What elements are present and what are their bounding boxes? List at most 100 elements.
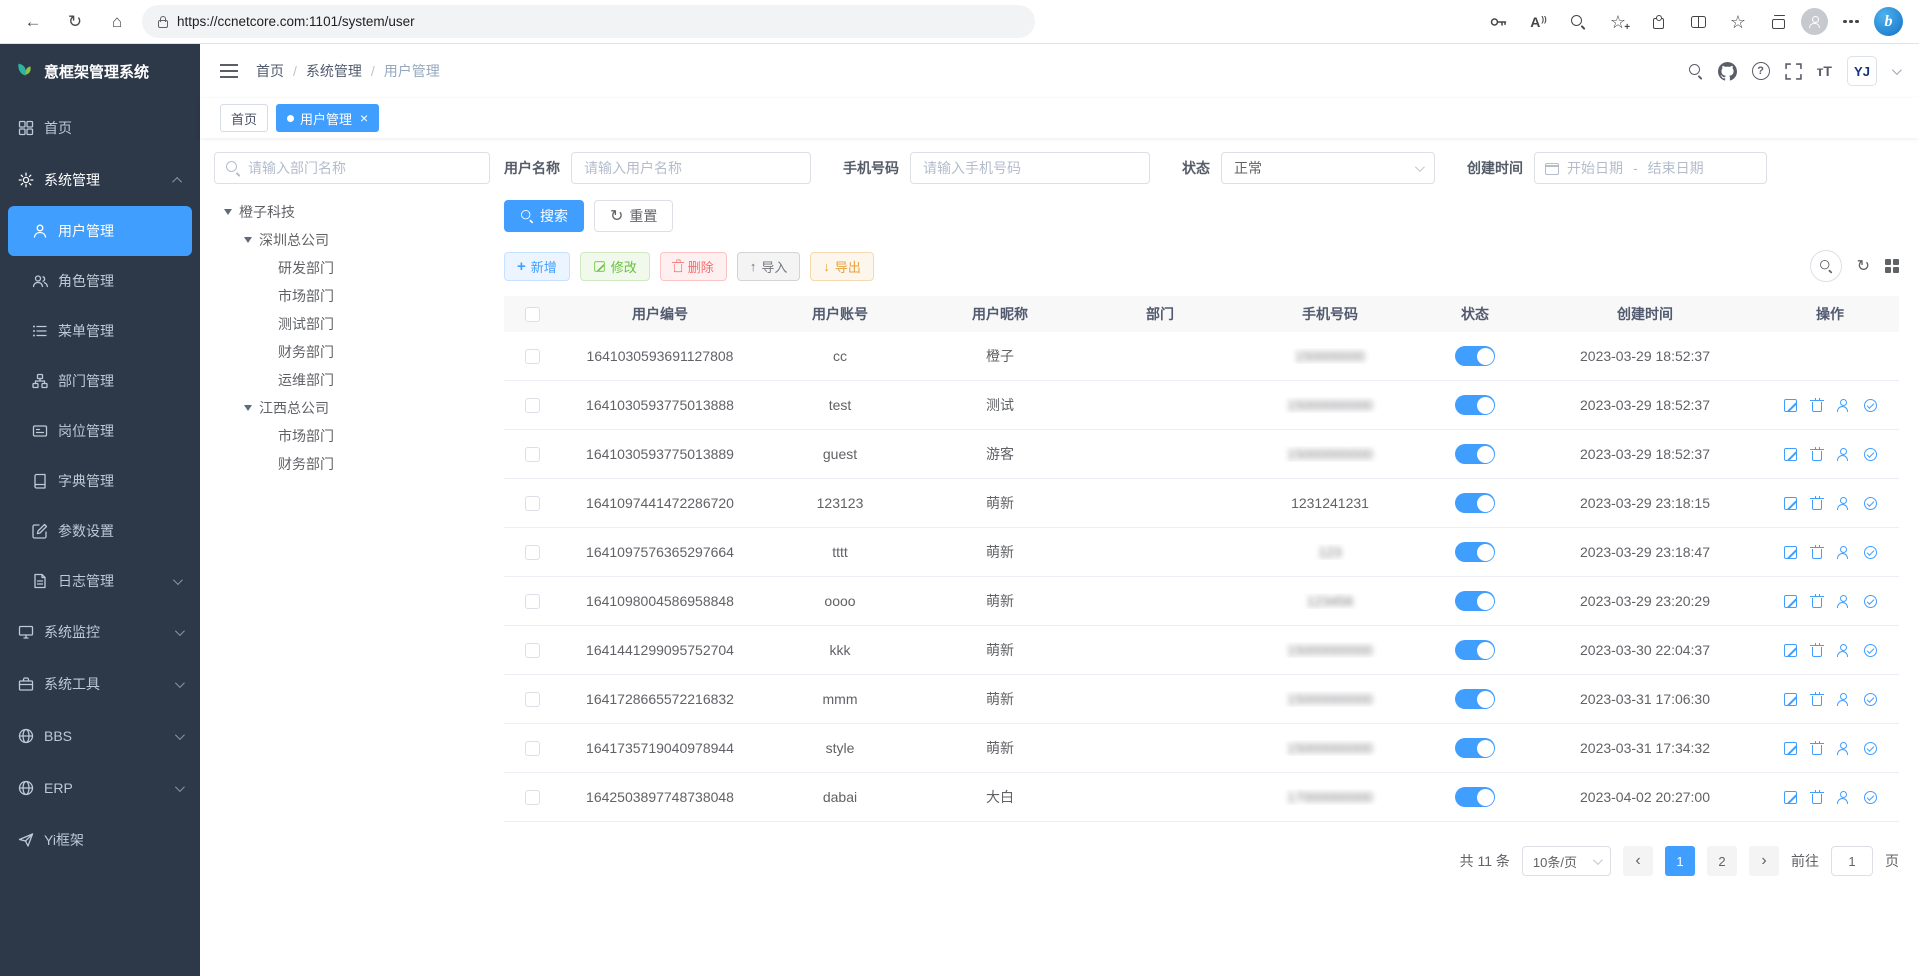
username-input[interactable] bbox=[571, 152, 811, 184]
sidebar-item-home[interactable]: 首页 bbox=[0, 102, 200, 154]
tree-node-branch[interactable]: 深圳总公司 bbox=[214, 226, 490, 254]
prev-page-button[interactable] bbox=[1623, 846, 1653, 876]
sidebar-item-menu-mgmt[interactable]: 菜单管理 bbox=[8, 306, 192, 356]
delete-icon[interactable] bbox=[1812, 598, 1822, 608]
assign-role-icon[interactable] bbox=[1864, 693, 1877, 706]
sidebar-item-log-mgmt[interactable]: 日志管理 bbox=[8, 556, 192, 606]
status-toggle[interactable] bbox=[1455, 689, 1495, 709]
reset-password-icon[interactable] bbox=[1837, 497, 1849, 509]
status-toggle[interactable] bbox=[1455, 591, 1495, 611]
breadcrumb-home[interactable]: 首页 bbox=[256, 61, 284, 81]
status-toggle[interactable] bbox=[1455, 395, 1495, 415]
assign-role-icon[interactable] bbox=[1864, 742, 1877, 755]
row-checkbox[interactable] bbox=[525, 643, 540, 658]
sidebar-group-erp[interactable]: ERP bbox=[0, 762, 200, 814]
browser-more-menu-icon[interactable] bbox=[1834, 7, 1868, 37]
close-icon[interactable]: × bbox=[360, 111, 368, 125]
header-search-icon[interactable] bbox=[1689, 64, 1703, 78]
fullscreen-icon[interactable] bbox=[1785, 63, 1802, 80]
row-checkbox[interactable] bbox=[525, 349, 540, 364]
reset-password-icon[interactable] bbox=[1837, 448, 1849, 460]
assign-role-icon[interactable] bbox=[1864, 644, 1877, 657]
assign-role-icon[interactable] bbox=[1864, 595, 1877, 608]
page-button-1[interactable]: 1 bbox=[1665, 846, 1695, 876]
breadcrumb-system-mgmt[interactable]: 系统管理 bbox=[306, 61, 362, 81]
tree-node-dept[interactable]: 运维部门 bbox=[214, 366, 490, 394]
sidebar-group-system-mgmt[interactable]: 系统管理 bbox=[0, 154, 200, 206]
assign-role-icon[interactable] bbox=[1864, 791, 1877, 804]
collections-icon[interactable] bbox=[1761, 7, 1795, 37]
delete-icon[interactable] bbox=[1812, 745, 1822, 755]
page-size-select[interactable]: 10条/页 bbox=[1522, 846, 1611, 876]
browser-home-button[interactable]: ⌂ bbox=[100, 6, 134, 38]
tree-node-dept[interactable]: 研发部门 bbox=[214, 254, 490, 282]
reset-button[interactable]: 重置 bbox=[594, 200, 673, 232]
row-checkbox[interactable] bbox=[525, 741, 540, 756]
delete-icon[interactable] bbox=[1812, 549, 1822, 559]
reset-password-icon[interactable] bbox=[1837, 742, 1849, 754]
search-button[interactable]: 搜索 bbox=[504, 200, 584, 232]
bing-copilot-icon[interactable]: b bbox=[1874, 7, 1903, 36]
back-button[interactable]: ← bbox=[16, 6, 50, 38]
font-size-icon[interactable] bbox=[1817, 63, 1832, 79]
status-toggle[interactable] bbox=[1455, 346, 1495, 366]
status-toggle[interactable] bbox=[1455, 542, 1495, 562]
column-settings-icon[interactable] bbox=[1885, 259, 1899, 273]
read-aloud-icon[interactable] bbox=[1521, 7, 1555, 37]
refresh-table-icon[interactable] bbox=[1857, 258, 1870, 275]
edit-icon[interactable] bbox=[1784, 644, 1797, 657]
row-checkbox[interactable] bbox=[525, 790, 540, 805]
row-checkbox[interactable] bbox=[525, 692, 540, 707]
tree-node-dept[interactable]: 测试部门 bbox=[214, 310, 490, 338]
reset-password-icon[interactable] bbox=[1837, 644, 1849, 656]
delete-icon[interactable] bbox=[1812, 500, 1822, 510]
sidebar-item-dict-mgmt[interactable]: 字典管理 bbox=[8, 456, 192, 506]
tree-node-dept[interactable]: 财务部门 bbox=[214, 450, 490, 478]
tree-node-dept[interactable]: 市场部门 bbox=[214, 282, 490, 310]
reset-password-icon[interactable] bbox=[1837, 399, 1849, 411]
assign-role-icon[interactable] bbox=[1864, 399, 1877, 412]
status-toggle[interactable] bbox=[1455, 493, 1495, 513]
sidebar-item-dept-mgmt[interactable]: 部门管理 bbox=[8, 356, 192, 406]
tab-home[interactable]: 首页 bbox=[220, 104, 268, 132]
row-checkbox[interactable] bbox=[525, 496, 540, 511]
sidebar-group-tools[interactable]: 系统工具 bbox=[0, 658, 200, 710]
row-checkbox[interactable] bbox=[525, 594, 540, 609]
sidebar-item-param-settings[interactable]: 参数设置 bbox=[8, 506, 192, 556]
status-toggle[interactable] bbox=[1455, 444, 1495, 464]
reset-password-icon[interactable] bbox=[1837, 791, 1849, 803]
add-button[interactable]: 新增 bbox=[504, 252, 570, 281]
browser-profile-avatar[interactable] bbox=[1801, 8, 1828, 35]
reset-password-icon[interactable] bbox=[1837, 546, 1849, 558]
row-checkbox[interactable] bbox=[525, 447, 540, 462]
add-favorite-icon[interactable] bbox=[1601, 7, 1635, 37]
edit-icon[interactable] bbox=[1784, 595, 1797, 608]
address-bar[interactable]: https://ccnetcore.com:1101/system/user bbox=[142, 5, 1035, 38]
row-checkbox[interactable] bbox=[525, 545, 540, 560]
favorites-icon[interactable] bbox=[1721, 7, 1755, 37]
sidebar-item-post-mgmt[interactable]: 岗位管理 bbox=[8, 406, 192, 456]
help-icon[interactable] bbox=[1752, 62, 1770, 80]
caret-down-icon[interactable] bbox=[224, 209, 232, 215]
modify-button[interactable]: 修改 bbox=[580, 252, 650, 281]
delete-button[interactable]: 删除 bbox=[660, 252, 727, 281]
delete-icon[interactable] bbox=[1812, 794, 1822, 804]
edit-icon[interactable] bbox=[1784, 546, 1797, 559]
delete-icon[interactable] bbox=[1812, 647, 1822, 657]
sidebar-group-bbs[interactable]: BBS bbox=[0, 710, 200, 762]
show-search-toggle-button[interactable] bbox=[1810, 250, 1842, 282]
split-screen-icon[interactable] bbox=[1681, 7, 1715, 37]
user-avatar[interactable]: YJ bbox=[1847, 56, 1877, 86]
assign-role-icon[interactable] bbox=[1864, 546, 1877, 559]
select-all-checkbox[interactable] bbox=[525, 307, 540, 322]
export-button[interactable]: 导出 bbox=[810, 252, 874, 281]
caret-down-icon[interactable] bbox=[244, 405, 252, 411]
tree-node-branch[interactable]: 江西总公司 bbox=[214, 394, 490, 422]
tab-user-mgmt[interactable]: 用户管理 × bbox=[276, 104, 379, 132]
status-toggle[interactable] bbox=[1455, 640, 1495, 660]
phone-input[interactable] bbox=[910, 152, 1150, 184]
status-toggle[interactable] bbox=[1455, 738, 1495, 758]
status-toggle[interactable] bbox=[1455, 787, 1495, 807]
collapse-sidebar-icon[interactable] bbox=[220, 64, 238, 78]
tree-node-company[interactable]: 橙子科技 bbox=[214, 198, 490, 226]
